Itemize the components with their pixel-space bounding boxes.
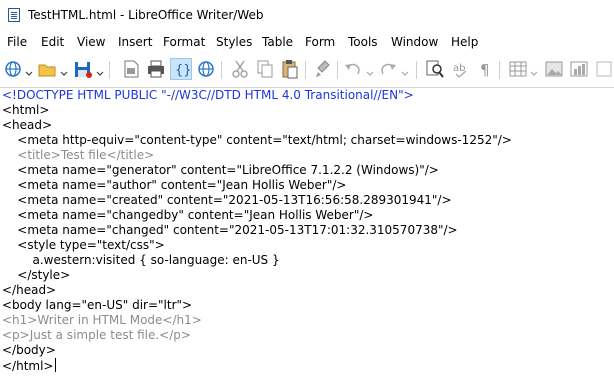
insert-image-icon[interactable] <box>543 58 565 80</box>
formatting-marks-icon[interactable]: ¶ <box>475 58 497 80</box>
menu-table[interactable]: Table <box>262 35 293 49</box>
insert-table-icon[interactable] <box>507 58 529 80</box>
globe-icon[interactable] <box>2 58 24 80</box>
find-replace-icon[interactable] <box>424 58 446 80</box>
source-line: <body lang="en-US" dir="ltr"> <box>2 298 193 312</box>
toolbar-separator <box>416 61 417 79</box>
toolbar-separator <box>305 61 306 79</box>
source-line: </head> <box>2 283 57 297</box>
menu-view[interactable]: View <box>77 35 105 49</box>
toolbar-separator <box>499 61 500 79</box>
clone-formatting-icon[interactable] <box>312 58 334 80</box>
chevron-down-icon[interactable] <box>96 63 104 76</box>
source-line: <style type="text/css"> <box>2 238 165 252</box>
undo-icon[interactable] <box>342 58 364 80</box>
chevron-down-icon[interactable] <box>60 63 68 76</box>
source-line-text: </html> <box>2 359 54 373</box>
copy-icon[interactable] <box>254 58 276 80</box>
menu-insert[interactable]: Insert <box>118 35 152 49</box>
svg-text:¶: ¶ <box>480 61 490 79</box>
html-source-icon[interactable]: {} <box>170 58 192 80</box>
source-line: <html> <box>2 103 50 117</box>
menu-window[interactable]: Window <box>391 35 438 49</box>
print-icon[interactable] <box>145 58 167 80</box>
cut-icon[interactable] <box>229 58 251 80</box>
toolbar-separator <box>109 61 110 79</box>
source-line: </body> <box>2 343 56 357</box>
save-icon[interactable] <box>72 58 94 80</box>
source-line-paragraph: <p>Just a simple test file.</p> <box>2 328 191 342</box>
source-line-last: </html> <box>2 358 56 373</box>
menu-bar: File Edit View Insert Format Styles Tabl… <box>0 31 614 53</box>
menu-edit[interactable]: Edit <box>41 35 64 49</box>
spelling-icon[interactable]: ab <box>450 58 472 80</box>
export-pdf-icon[interactable] <box>120 58 142 80</box>
source-line: <meta name="generator" content="LibreOff… <box>2 163 439 177</box>
toolbar-separator <box>221 61 222 79</box>
menu-file[interactable]: File <box>7 35 27 49</box>
source-line: <meta http-equiv="content-type" content=… <box>2 133 512 147</box>
chevron-down-icon[interactable] <box>401 63 409 76</box>
more-icon[interactable] <box>594 58 614 80</box>
title-bar: TestHTML.html - LibreOffice Writer/Web <box>0 0 614 31</box>
source-line-heading: <h1>Writer in HTML Mode</h1> <box>2 313 202 327</box>
toolbar-separator <box>337 61 338 79</box>
source-line-doctype: <!DOCTYPE HTML PUBLIC "-//W3C//DTD HTML … <box>2 88 414 102</box>
redo-icon[interactable] <box>377 58 399 80</box>
menu-form[interactable]: Form <box>305 35 335 49</box>
chevron-down-icon[interactable] <box>530 63 538 76</box>
window-title: TestHTML.html - LibreOffice Writer/Web <box>28 8 264 22</box>
source-line: </style> <box>2 268 71 282</box>
source-line-title: <title>Test file</title> <box>2 148 155 162</box>
paste-icon[interactable] <box>279 58 301 80</box>
html-source-editor[interactable]: <!DOCTYPE HTML PUBLIC "-//W3C//DTD HTML … <box>0 88 614 392</box>
text-cursor <box>54 358 56 372</box>
source-line: <meta name="author" content="Jean Hollis… <box>2 178 347 192</box>
source-line: <head> <box>2 118 53 132</box>
source-line: <meta name="changed" content="2021-05-13… <box>2 223 458 237</box>
chevron-down-icon[interactable] <box>366 63 374 76</box>
source-line: <meta name="changedby" content="Jean Hol… <box>2 208 374 222</box>
menu-tools[interactable]: Tools <box>348 35 378 49</box>
source-line: a.western:visited { so-language: en-US } <box>2 253 280 267</box>
menu-help[interactable]: Help <box>451 35 478 49</box>
standard-toolbar: {} ab ¶ <box>0 55 614 85</box>
insert-chart-icon[interactable] <box>568 58 590 80</box>
menu-format[interactable]: Format <box>163 35 205 49</box>
open-folder-icon[interactable] <box>36 58 58 80</box>
source-line: <meta name="created" content="2021-05-13… <box>2 193 452 207</box>
writer-web-app-icon <box>8 8 20 22</box>
menu-styles[interactable]: Styles <box>216 35 252 49</box>
web-view-icon[interactable] <box>195 58 217 80</box>
chevron-down-icon[interactable] <box>25 63 33 76</box>
svg-text:{}: {} <box>175 63 191 78</box>
